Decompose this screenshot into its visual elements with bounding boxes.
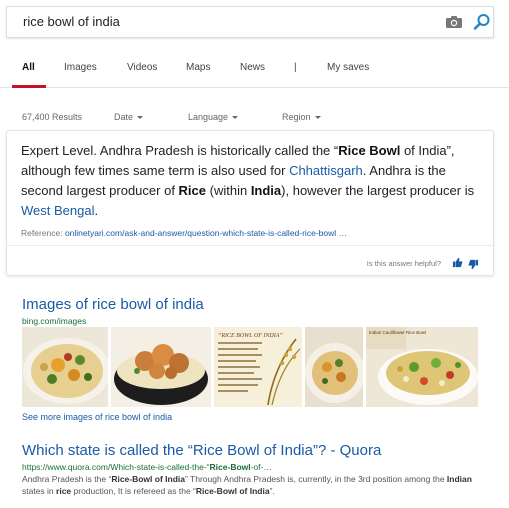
result-snippet: Andhra Pradesh is the “Rice-Bowl of Indi… <box>22 473 492 497</box>
language-filter-label: Language <box>188 112 229 122</box>
thumbs-up-icon[interactable] <box>452 257 463 268</box>
image-thumbnail[interactable] <box>22 327 108 407</box>
helpful-prompt: Is this answer helpful? <box>366 259 441 268</box>
answer-text-part: ), however the largest producer is <box>281 183 475 198</box>
snippet-part: ”. <box>269 486 275 496</box>
date-filter[interactable]: Date <box>114 112 144 122</box>
active-tab-indicator <box>12 85 46 88</box>
snippet-part: Andhra Pradesh is the “ <box>22 474 112 484</box>
url-part: https://www.quora.com/Which-state-is-cal… <box>22 462 210 472</box>
answer-bold: Rice <box>178 183 207 198</box>
images-section-title[interactable]: Images of rice bowl of india <box>22 296 204 313</box>
tab-my-saves[interactable]: My saves <box>327 62 369 73</box>
language-filter[interactable]: Language <box>188 112 239 122</box>
image-thumbnail[interactable] <box>305 327 363 407</box>
snippet-bold: Rice-Bowl of India <box>195 486 270 496</box>
result-title-link[interactable]: Which state is called the “Rice Bowl of … <box>22 442 381 459</box>
image-thumbnail[interactable]: Indian Cauliflower Rice Bowl <box>366 327 478 407</box>
answer-text: Expert Level. Andhra Pradesh is historic… <box>21 141 487 221</box>
snippet-bold: rice <box>56 486 72 496</box>
region-filter[interactable]: Region <box>282 112 321 122</box>
url-bold: Rice-Bowl <box>209 462 251 472</box>
snippet-part: production, It is refereed as the “ <box>71 486 196 496</box>
tab-images[interactable]: Images <box>64 62 97 73</box>
url-part: -of-… <box>250 462 272 472</box>
image-caption: Indian Cauliflower Rice Bowl <box>369 330 426 335</box>
snippet-bold: Indian <box>446 474 472 484</box>
answer-bold: Rice Bowl <box>338 143 401 158</box>
snippet-bold: Rice-Bowl of India <box>111 474 185 484</box>
thumbs-down-icon[interactable] <box>468 259 479 270</box>
scope-tabs: All Images Videos Maps News | My saves <box>0 54 509 88</box>
answer-text-part: . <box>94 203 99 218</box>
chevron-down-icon <box>232 116 239 120</box>
result-url: https://www.quora.com/Which-state-is-cal… <box>22 462 272 472</box>
reference-label: Reference: <box>21 228 65 238</box>
divider <box>7 245 493 246</box>
camera-icon[interactable] <box>445 15 463 29</box>
results-count: 67,400 Results <box>22 112 83 122</box>
snippet-part: ” Through Andhra Pradesh is, currently, … <box>184 474 447 484</box>
date-filter-label: Date <box>114 112 134 122</box>
search-input[interactable] <box>23 7 423 37</box>
images-source-url: bing.com/images <box>22 316 87 326</box>
see-more-images-link[interactable]: See more images of rice bowl of india <box>22 412 172 422</box>
search-icon[interactable] <box>473 13 491 31</box>
reference: Reference: onlinetyari.com/ask-and-answe… <box>21 228 347 238</box>
image-thumbnail[interactable] <box>111 327 211 407</box>
chevron-down-icon <box>137 116 144 120</box>
tab-videos[interactable]: Videos <box>127 62 157 73</box>
answer-text-part: (within <box>206 183 251 198</box>
chhattisgarh-link[interactable]: Chhattisgarh <box>289 163 363 178</box>
tab-all[interactable]: All <box>22 62 35 73</box>
answer-text-part: Expert Level. Andhra Pradesh is historic… <box>21 143 339 158</box>
region-filter-label: Region <box>282 112 311 122</box>
west-bengal-link[interactable]: West Bengal <box>21 203 94 218</box>
answer-bold: India <box>250 183 282 198</box>
tab-maps[interactable]: Maps <box>186 62 210 73</box>
snippet-part: states in <box>22 486 57 496</box>
reference-link[interactable]: onlinetyari.com/ask-and-answer/question-… <box>65 228 347 238</box>
image-caption: “RICE BOWL OF INDIA” <box>218 332 283 339</box>
image-thumbnail[interactable]: “RICE BOWL OF INDIA” <box>214 327 302 407</box>
tab-news[interactable]: News <box>240 62 265 73</box>
search-bar[interactable] <box>6 6 494 38</box>
answer-card: Expert Level. Andhra Pradesh is historic… <box>6 130 494 276</box>
tab-separator: | <box>294 62 297 73</box>
chevron-down-icon <box>314 116 321 120</box>
